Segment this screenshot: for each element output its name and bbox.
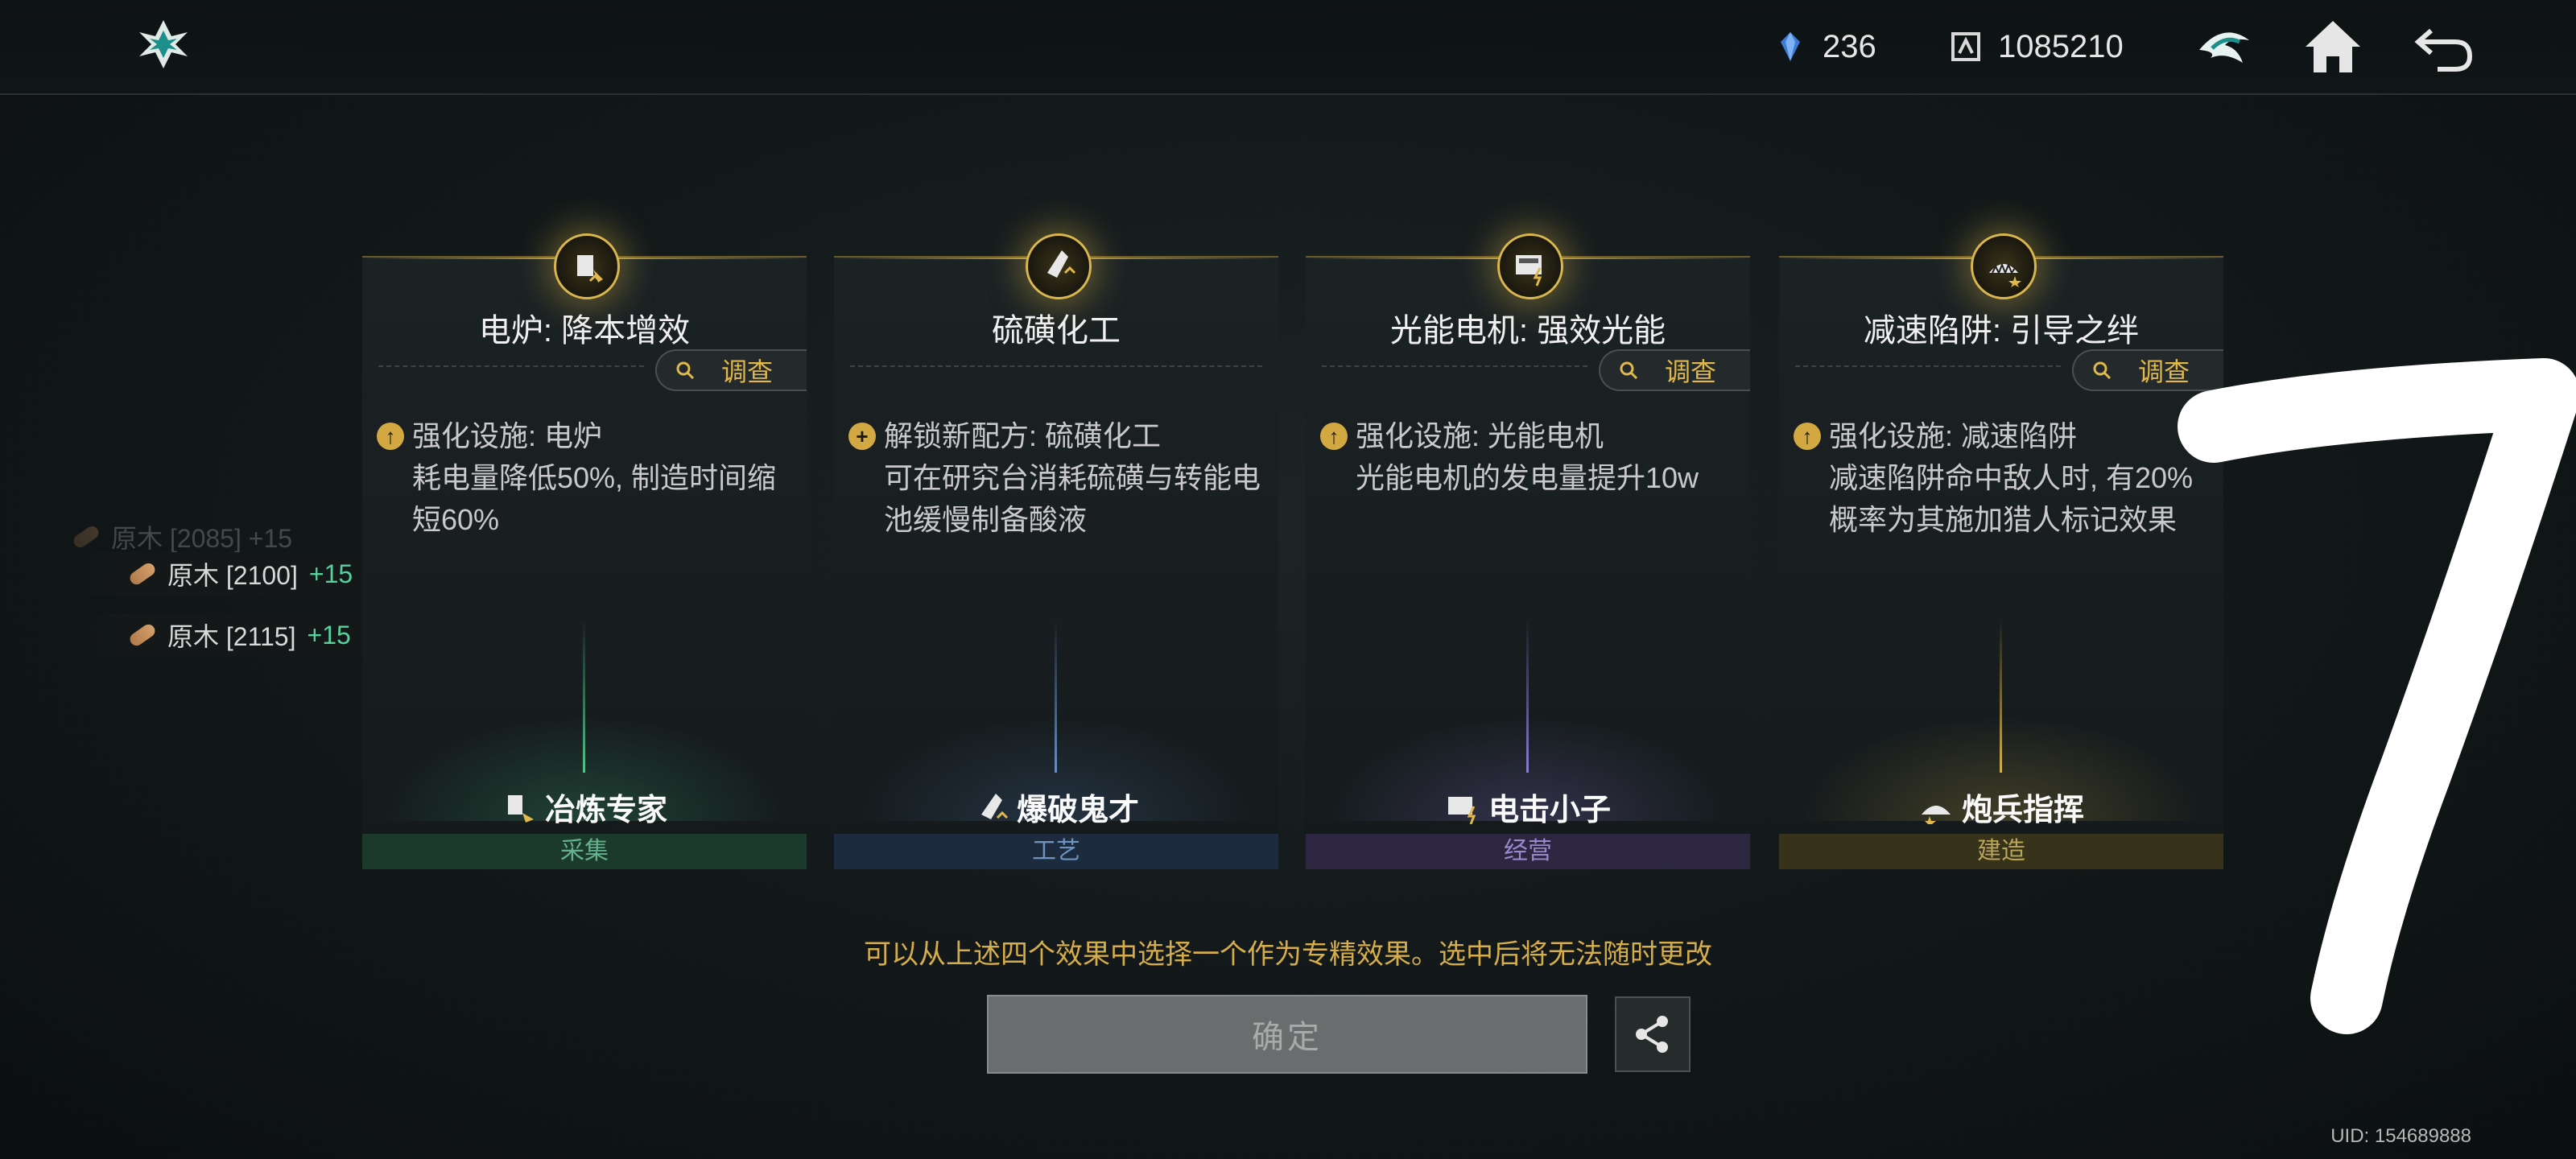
description-heading: 强化设施: 光能电机 <box>1356 419 1604 452</box>
upgrade-icon: ↑ <box>1794 423 1821 450</box>
card-description: ↑ 强化设施: 电炉 耗电量降低50%, 制造时间缩短60% <box>377 415 791 541</box>
investigate-button[interactable]: 调查 <box>655 349 807 391</box>
description-heading: 解锁新配方: 硫磺化工 <box>884 419 1162 452</box>
role-label: 炮兵指挥 <box>1779 785 2223 829</box>
material-bonus: +15 <box>308 559 353 588</box>
search-icon <box>1620 361 1638 380</box>
currency-value: 1085210 <box>1998 28 2124 64</box>
currency-counter: 1085210 <box>1948 24 2124 69</box>
specialization-card[interactable]: 硫磺化工 + 解锁新配方: 硫磺化工 可在研究台消耗硫磺与转能电池缓慢制备酸液 爆… <box>834 233 1278 869</box>
share-button[interactable] <box>1615 996 1690 1072</box>
investigate-label: 调查 <box>721 357 774 386</box>
currency-icon <box>1951 32 1980 61</box>
upgrade-icon: ↑ <box>1320 423 1348 450</box>
demolition-role-icon <box>980 793 1009 819</box>
specialization-card[interactable]: 光能电机: 强效光能 调查 ↑ 强化设施: 光能电机 光能电机的发电量提升10w … <box>1306 233 1750 869</box>
material-item[interactable]: 原木 [2100] +15 <box>72 552 411 596</box>
guild-icon[interactable] <box>2193 16 2254 77</box>
role-label: 电击小子 <box>1306 785 1750 829</box>
description-body: 减速陷阱命中敌人时, 有20%概率为其施加猎人标记效果 <box>1829 461 2194 536</box>
investigate-button[interactable]: 调查 <box>1599 349 1750 391</box>
card-divider <box>850 365 1262 367</box>
search-icon <box>676 361 695 380</box>
top-bar: 236 1085210 <box>0 0 2576 95</box>
unlock-icon: + <box>848 423 876 450</box>
category-label: 经营 <box>1306 834 1750 869</box>
log-icon <box>127 560 158 588</box>
crystal-value: 236 <box>1823 28 1876 64</box>
furnace-icon <box>577 255 603 283</box>
card-divider <box>1795 365 2061 367</box>
generator-medal-icon <box>1497 233 1563 299</box>
trap-medal-icon <box>1971 233 2037 299</box>
investigate-label: 调查 <box>1665 357 1717 386</box>
share-icon <box>1636 1016 1668 1053</box>
description-body: 耗电量降低50%, 制造时间缩短60% <box>412 461 777 536</box>
bottle-icon <box>1047 250 1076 278</box>
card-divider <box>1322 365 1587 367</box>
card-title: 电炉: 降本增效 <box>478 313 691 349</box>
role-label: 爆破鬼才 <box>834 785 1278 829</box>
crystal-counter: 236 <box>1773 24 1876 69</box>
smelter-role-icon <box>507 794 534 823</box>
confirm-button[interactable]: 确定 <box>987 995 1587 1074</box>
log-icon <box>71 523 101 551</box>
material-name: 原木 [2115] <box>167 622 296 651</box>
description-body: 可在研究台消耗硫磺与转能电池缓慢制备酸液 <box>884 461 1261 536</box>
category-label: 建造 <box>1779 834 2223 869</box>
upgrade-icon: ↑ <box>377 423 404 450</box>
role-name: 爆破鬼才 <box>1016 794 1139 827</box>
category-label: 采集 <box>362 834 807 869</box>
sulfur-medal-icon <box>1026 233 1092 299</box>
trap-icon <box>1989 262 2021 287</box>
material-item[interactable]: 原木 [2115] +15 <box>72 613 411 657</box>
game-logo-icon[interactable] <box>135 16 192 72</box>
log-icon <box>127 621 158 649</box>
role-name: 电击小子 <box>1488 794 1611 827</box>
back-icon[interactable] <box>2413 16 2475 77</box>
category-label: 工艺 <box>834 834 1278 869</box>
user-id: UID: 154689888 <box>2330 1125 2471 1147</box>
card-title: 减速陷阱: 引导之绊 <box>1863 313 2140 349</box>
description-heading: 强化设施: 减速陷阱 <box>1829 419 2078 452</box>
material-bonus: +15 <box>307 620 351 650</box>
hand-drawn-seven-mark <box>2178 358 2576 1034</box>
card-title: 光能电机: 强效光能 <box>1389 313 1666 349</box>
material-name: 原木 [2100] <box>167 561 298 590</box>
artillery-role-icon <box>1921 805 1951 824</box>
electric-role-icon <box>1447 796 1476 824</box>
search-icon <box>2093 361 2112 380</box>
specialization-card[interactable]: 减速陷阱: 引导之绊 调查 ↑ 强化设施: 减速陷阱 减速陷阱命中敌人时, 有20… <box>1779 233 2223 869</box>
card-divider <box>378 365 644 367</box>
generator-icon <box>1516 255 1542 287</box>
card-title: 硫磺化工 <box>992 313 1121 349</box>
description-heading: 强化设施: 电炉 <box>412 419 603 452</box>
card-description: ↑ 强化设施: 光能电机 光能电机的发电量提升10w <box>1320 415 1734 499</box>
home-icon[interactable] <box>2302 16 2363 77</box>
card-description: ↑ 强化设施: 减速陷阱 减速陷阱命中敌人时, 有20%概率为其施加猎人标记效果 <box>1794 415 2207 541</box>
glow-line <box>1526 620 1529 773</box>
furnace-medal-icon <box>554 233 620 299</box>
role-label: 冶炼专家 <box>362 785 807 829</box>
glow-line <box>2000 620 2002 773</box>
specialization-card[interactable]: 电炉: 降本增效 调查 ↑ 强化设施: 电炉 耗电量降低50%, 制造时间缩短60… <box>362 233 807 869</box>
glow-line <box>1055 620 1057 773</box>
description-body: 光能电机的发电量提升10w <box>1356 461 1699 494</box>
role-name: 炮兵指挥 <box>1961 794 2084 827</box>
glow-line <box>583 620 585 773</box>
crystal-icon <box>1781 32 1800 61</box>
faded-item-label: 原木 [2085] +15 <box>111 524 293 553</box>
card-description: + 解锁新配方: 硫磺化工 可在研究台消耗硫磺与转能电池缓慢制备酸液 <box>848 415 1262 541</box>
role-name: 冶炼专家 <box>544 794 667 827</box>
